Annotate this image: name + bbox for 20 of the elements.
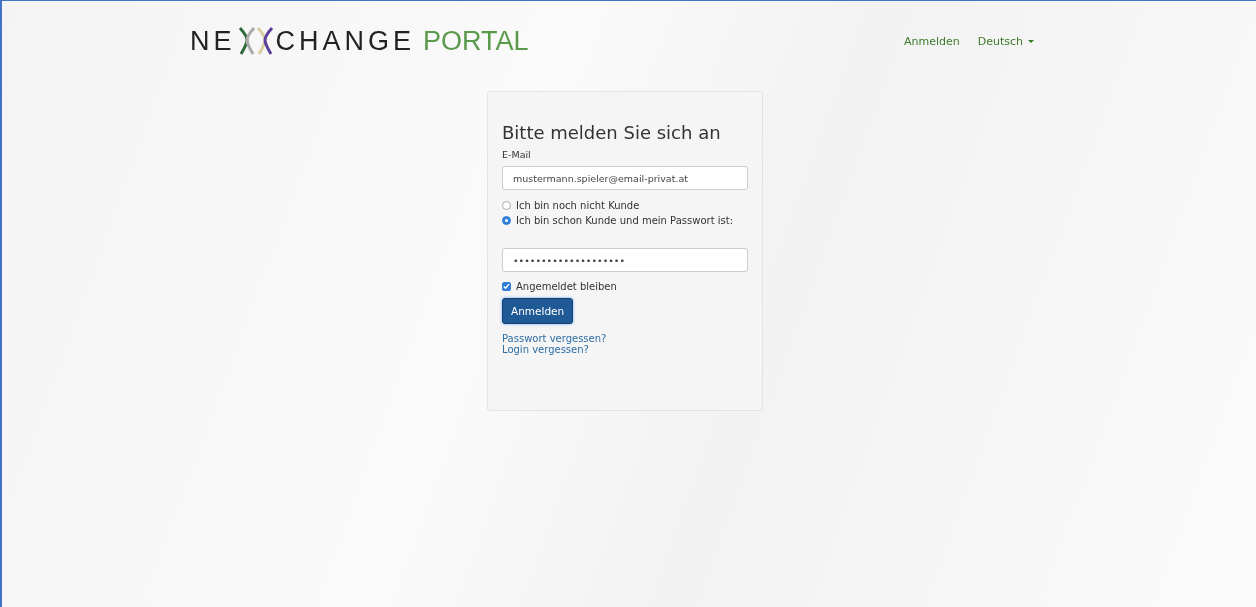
logo-text: CHANGE bbox=[275, 25, 416, 57]
radio-label: Ich bin noch nicht Kunde bbox=[516, 200, 640, 211]
radio-button[interactable] bbox=[502, 216, 511, 225]
checkbox-label: Angemeldet bleiben bbox=[516, 281, 617, 292]
logo-text: NE bbox=[190, 25, 236, 57]
login-link[interactable]: Anmelden bbox=[903, 34, 960, 48]
logo-text: PORTAL bbox=[423, 25, 529, 57]
radio-label: Ich bin schon Kunde und mein Passwort ist: bbox=[516, 215, 733, 226]
password-field[interactable]: •••••••••••••••••••• bbox=[502, 248, 748, 272]
checkbox[interactable] bbox=[502, 282, 511, 291]
language-dropdown[interactable]: Deutsch bbox=[977, 34, 1034, 48]
email-field[interactable]: mustermann.spieler@email-privat.at bbox=[502, 166, 748, 190]
logo-figures-icon bbox=[237, 26, 274, 56]
caret-icon bbox=[1028, 39, 1034, 43]
forgot-link[interactable]: Passwort vergessen? bbox=[502, 333, 748, 344]
email-label: E-Mail bbox=[502, 149, 532, 160]
login-title: Bitte melden Sie sich an bbox=[502, 122, 722, 143]
login-button[interactable]: Anmelden bbox=[502, 298, 574, 324]
forgot-link[interactable]: Login vergessen? bbox=[502, 344, 748, 355]
radio-button[interactable] bbox=[502, 201, 511, 210]
